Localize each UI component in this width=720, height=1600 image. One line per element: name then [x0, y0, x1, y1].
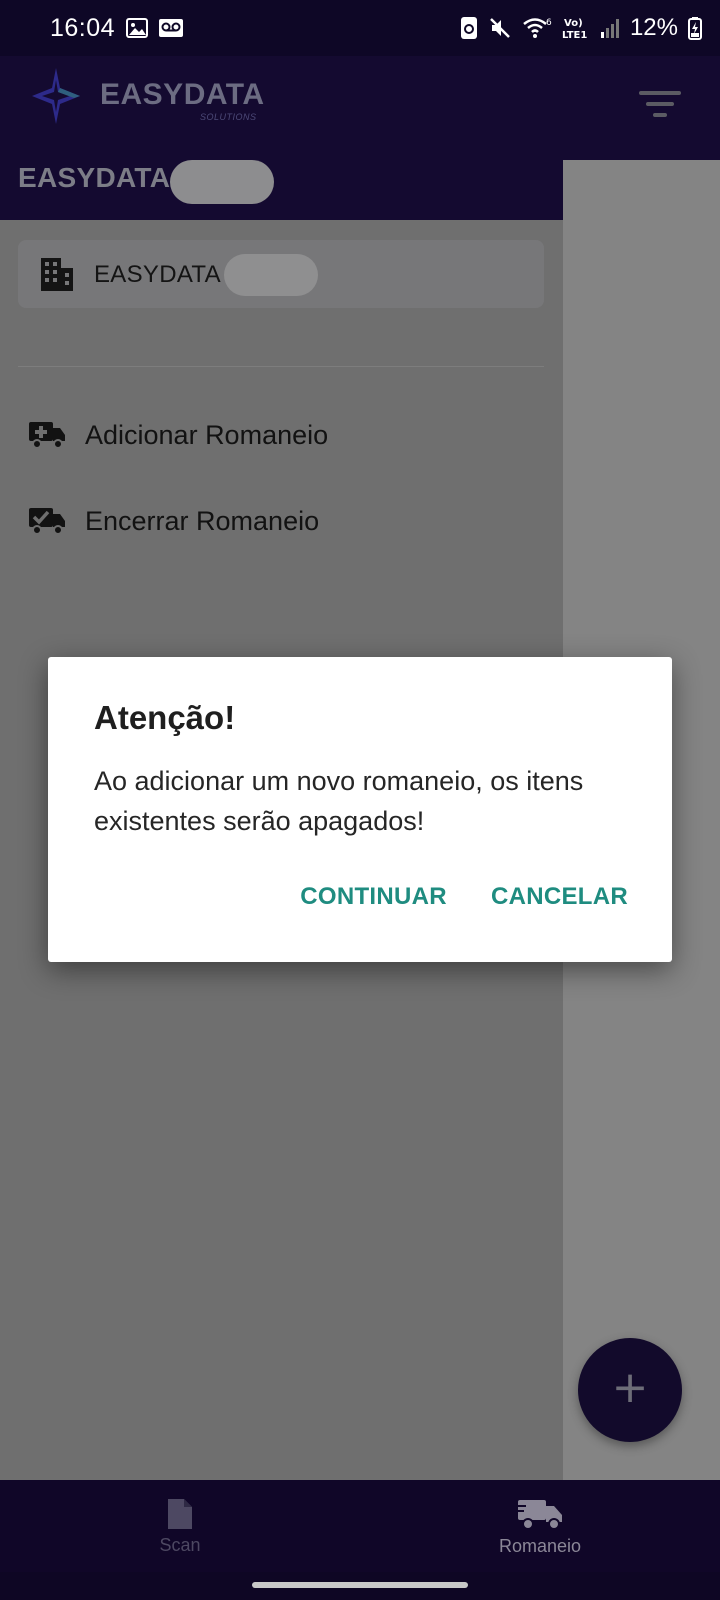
- svg-text:6: 6: [546, 18, 552, 28]
- dialog-actions: CONTINUAR CANCELAR: [300, 883, 628, 911]
- voicemail-icon: [159, 19, 183, 37]
- redacted-text: [224, 254, 318, 296]
- filter-icon[interactable]: [636, 84, 684, 124]
- add-fab-button[interactable]: +: [578, 1338, 682, 1442]
- plus-icon: +: [611, 1362, 649, 1413]
- gesture-handle[interactable]: [252, 1582, 468, 1588]
- cancel-button[interactable]: CANCELAR: [491, 883, 628, 911]
- nav-item-romaneio[interactable]: Romaneio: [360, 1480, 720, 1572]
- logo-subtext: SOLUTIONS: [200, 112, 257, 122]
- svg-text:Vo): Vo): [564, 18, 583, 29]
- alert-dialog: Atenção! Ao adicionar um novo romaneio, …: [48, 657, 672, 962]
- continue-button[interactable]: CONTINUAR: [300, 883, 447, 911]
- company-card-name: EASYDATA: [94, 261, 221, 288]
- bottom-navigation: Scan Romaneio: [0, 1480, 720, 1572]
- status-bar: 16:04 6 Vo) LTE1 12%: [0, 0, 720, 56]
- company-card[interactable]: EASYDATA: [18, 240, 544, 308]
- battery-charging-icon: [688, 17, 702, 40]
- nav-label-scan: Scan: [159, 1534, 201, 1555]
- svg-text:LTE1: LTE1: [562, 30, 587, 41]
- document-icon: [168, 1498, 192, 1529]
- logo-text: EASYDATA: [100, 78, 265, 111]
- truck-add-icon: [29, 422, 65, 449]
- dialog-title: Atenção!: [94, 699, 236, 736]
- sync-icon: [460, 17, 477, 39]
- drawer-company-name: EASYDATA: [18, 162, 171, 193]
- battery-level: 12%: [629, 14, 678, 41]
- image-icon: [126, 18, 148, 38]
- volte-icon: Vo) LTE1: [562, 18, 587, 41]
- gesture-area: [0, 1572, 720, 1600]
- building-icon: [41, 258, 73, 291]
- mute-icon: [490, 18, 510, 38]
- drawer-divider: [18, 366, 544, 367]
- easydata-logo: [32, 68, 80, 124]
- wifi-icon: 6: [523, 18, 552, 38]
- signal-icon: [600, 19, 619, 38]
- dialog-message: Ao adicionar um novo romaneio, os itens …: [94, 766, 584, 836]
- nav-label-romaneio: Romaneio: [498, 1535, 582, 1556]
- truck-icon: [516, 1499, 562, 1530]
- truck-check-icon: [29, 508, 65, 535]
- redacted-text: [170, 160, 274, 204]
- menu-item-add-romaneio[interactable]: Adicionar Romaneio: [0, 402, 563, 466]
- menu-item-close-romaneio[interactable]: Encerrar Romaneio: [0, 488, 563, 552]
- menu-item-label: Encerrar Romaneio: [85, 506, 320, 536]
- drawer-header: EASYDATA SOLUTIONS EASYDATA: [0, 56, 563, 220]
- nav-item-scan[interactable]: Scan: [0, 1480, 360, 1572]
- menu-item-label: Adicionar Romaneio: [85, 420, 329, 450]
- status-time: 16:04: [50, 14, 116, 42]
